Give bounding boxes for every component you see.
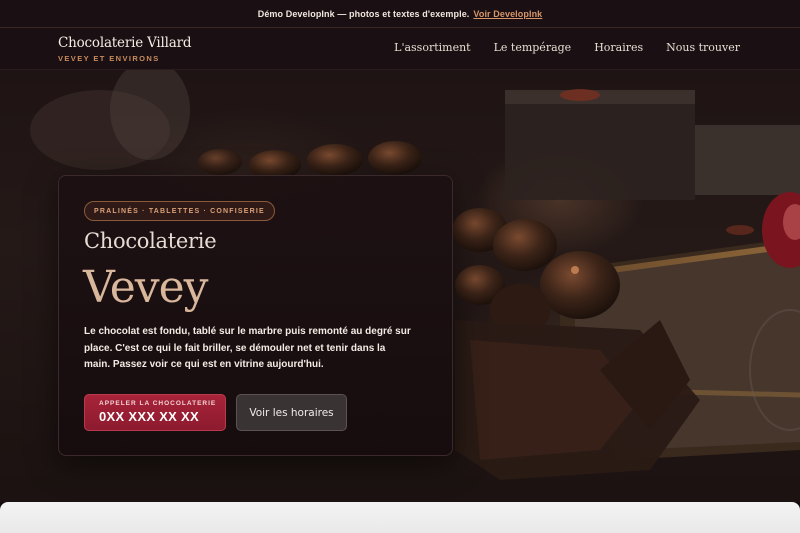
hero-card: PRALINÉS · TABLETTES · CONFISERIE Chocol…	[58, 175, 453, 456]
site-header: Chocolaterie Villard VEVEY ET ENVIRONS L…	[0, 28, 800, 70]
demo-banner-text: Démo DevelopInk — photos et textes d'exe…	[257, 8, 470, 19]
view-hours-button[interactable]: Voir les horaires	[236, 394, 347, 431]
brand[interactable]: Chocolaterie Villard VEVEY ET ENVIRONS	[58, 35, 191, 63]
main-nav: L'assortiment Le tempérage Horaires Nous…	[394, 41, 740, 54]
hero-description: Le chocolat est fondu, tablé sur le marb…	[84, 326, 411, 370]
brand-name: Chocolaterie Villard	[58, 35, 192, 51]
nav-item-assortiment[interactable]: L'assortiment	[394, 41, 470, 54]
call-button-phone: 0XX XXX XX XX	[99, 409, 200, 424]
demo-banner: Démo DevelopInk — photos et textes d'exe…	[0, 0, 800, 28]
hero-section: PRALINÉS · TABLETTES · CONFISERIE Chocol…	[0, 70, 800, 502]
hero-title: Vevey	[83, 262, 209, 313]
call-button-label: APPELER LA CHOCOLATERIE	[99, 400, 217, 407]
demo-banner-link[interactable]: Voir DevelopInk	[473, 9, 542, 19]
brand-subtitle: VEVEY ET ENVIRONS	[58, 54, 160, 63]
next-section-panel	[0, 502, 800, 533]
nav-item-temperage[interactable]: Le tempérage	[494, 41, 572, 54]
nav-item-horaires[interactable]: Horaires	[594, 41, 643, 54]
category-tags: PRALINÉS · TABLETTES · CONFISERIE	[84, 201, 275, 221]
hero-kicker: Chocolaterie	[84, 229, 217, 253]
call-button[interactable]: APPELER LA CHOCOLATERIE 0XX XXX XX XX	[84, 394, 226, 431]
nav-item-nous-trouver[interactable]: Nous trouver	[666, 41, 740, 54]
